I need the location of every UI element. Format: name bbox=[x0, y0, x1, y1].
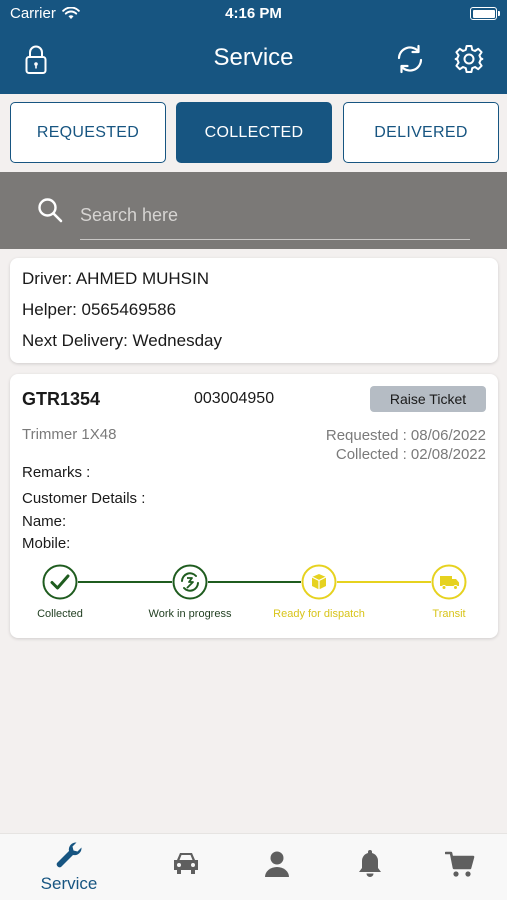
remarks-label: Remarks : bbox=[22, 464, 91, 481]
search-input[interactable] bbox=[80, 196, 470, 240]
bottom-tab-profile[interactable] bbox=[262, 850, 292, 900]
truck-icon bbox=[431, 564, 467, 600]
battery-icon bbox=[470, 7, 500, 20]
tab-delivered[interactable]: DELIVERED bbox=[343, 102, 499, 163]
progress-tracker: Collected Work in progress Ready for dis… bbox=[10, 562, 498, 622]
driver-card: Driver: AHMED MUHSIN Helper: 0565469586 … bbox=[10, 258, 498, 363]
bottom-tab-cart[interactable] bbox=[444, 850, 476, 900]
raise-ticket-button[interactable]: Raise Ticket bbox=[370, 386, 486, 412]
cart-icon bbox=[445, 851, 475, 877]
product-name: Trimmer 1X48 bbox=[22, 426, 117, 443]
bottom-tab-service[interactable]: Service bbox=[34, 840, 104, 900]
page-title: Service bbox=[213, 44, 294, 71]
bottom-tab-notifications[interactable] bbox=[355, 848, 385, 900]
bell-icon bbox=[359, 850, 381, 877]
customer-name-label: Name: bbox=[22, 513, 67, 530]
refresh-icon[interactable] bbox=[394, 43, 426, 75]
search-icon bbox=[38, 198, 63, 223]
customer-mobile-label: Mobile: bbox=[22, 535, 71, 552]
work-progress-icon bbox=[172, 564, 208, 600]
bottom-tab-service-label: Service bbox=[40, 874, 98, 893]
app-header: Carrier 4:16 PM Service bbox=[0, 0, 507, 94]
order-number: 003004950 bbox=[194, 390, 275, 407]
bottom-tab-bar: Service bbox=[0, 833, 507, 900]
service-code: GTR1354 bbox=[22, 389, 101, 409]
next-delivery: Next Delivery: Wednesday bbox=[22, 331, 222, 350]
collected-date: Collected : 02/08/2022 bbox=[335, 446, 486, 463]
customer-details-label: Customer Details : bbox=[22, 490, 146, 507]
package-icon bbox=[301, 564, 337, 600]
check-icon bbox=[42, 564, 78, 600]
status-tabs: REQUESTED COLLECTED DELIVERED bbox=[0, 94, 507, 172]
gear-icon[interactable] bbox=[453, 43, 485, 75]
driver-name: Driver: AHMED MUHSIN bbox=[22, 269, 210, 288]
status-time: 4:16 PM bbox=[225, 5, 282, 22]
bottom-tab-car[interactable] bbox=[168, 850, 204, 900]
step-label-transit: Transit bbox=[432, 608, 466, 620]
tab-collected[interactable]: COLLECTED bbox=[176, 102, 332, 163]
step-label-work-in-progress: Work in progress bbox=[148, 608, 232, 620]
service-dates: Requested : 08/06/2022 Collected : 02/08… bbox=[326, 426, 486, 464]
tab-requested[interactable]: REQUESTED bbox=[10, 102, 166, 163]
car-icon bbox=[174, 853, 198, 874]
helper-phone: Helper: 0565469586 bbox=[22, 300, 177, 319]
requested-date: Requested : 08/06/2022 bbox=[325, 427, 486, 444]
step-label-ready-for-dispatch: Ready for dispatch bbox=[273, 608, 365, 620]
service-card[interactable]: GTR1354 003004950 Raise Ticket Trimmer 1… bbox=[10, 374, 498, 638]
person-icon bbox=[265, 851, 289, 877]
step-label-collected: Collected bbox=[37, 608, 83, 620]
status-bar: Carrier 4:16 PM bbox=[0, 0, 507, 28]
progress-lines bbox=[78, 581, 431, 583]
wrench-icon bbox=[56, 842, 82, 868]
